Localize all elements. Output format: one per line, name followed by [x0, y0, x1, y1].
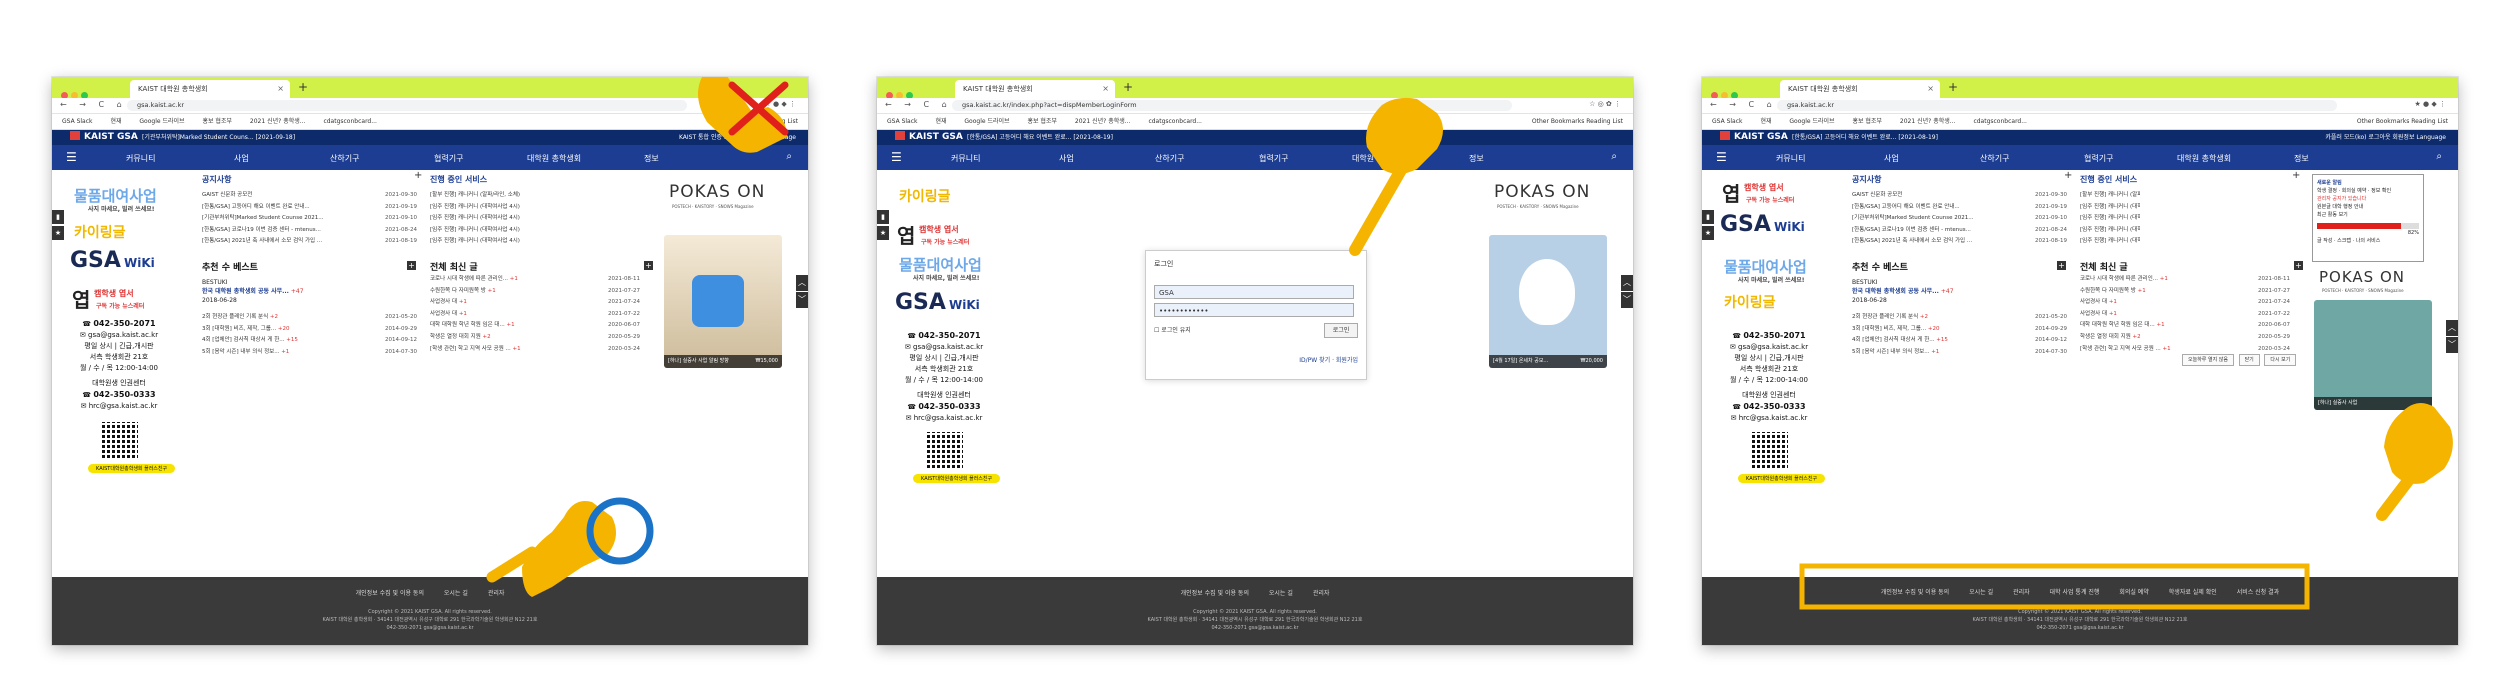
screenshot-logged-in: KAIST 대학원 총학생회 × + ← → C ⌂ gsa.kaist.ac.k… — [1702, 77, 2458, 645]
screenshot-home: KAIST 대학원 총학생회 × + ← → C ⌂ gsa.kaist.ac.k… — [52, 77, 808, 645]
pointing-hand-icon — [1349, 97, 1443, 256]
pointing-hand-icon — [698, 77, 787, 153]
screenshot-login: KAIST 대학원 총학생회 × + ← → C ⌂ gsa.kaist.ac.k… — [877, 77, 1633, 645]
pointing-hand-icon — [2376, 403, 2453, 521]
footer-highlight-box — [1799, 563, 2310, 610]
annotation-layer — [1349, 97, 1443, 256]
annotation-layer — [1799, 403, 2453, 610]
annotation-layer — [486, 77, 789, 597]
